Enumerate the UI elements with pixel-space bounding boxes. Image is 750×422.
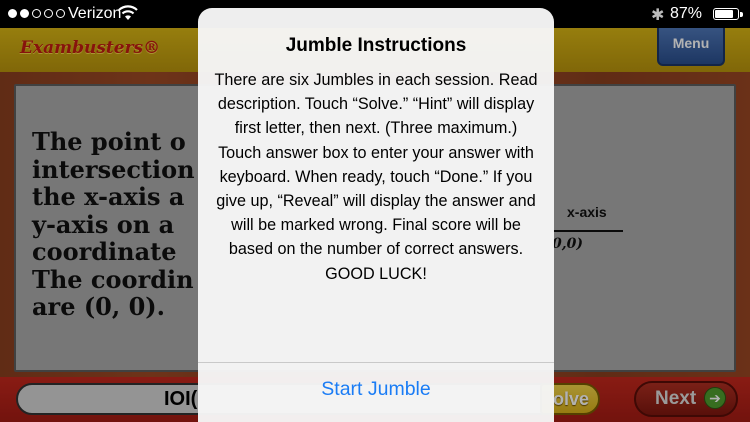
signal-dot (20, 9, 29, 18)
signal-dot (32, 9, 41, 18)
signal-dot (44, 9, 53, 18)
wifi-icon (118, 5, 138, 20)
dialog-title: Jumble Instructions (285, 35, 467, 56)
dialog-message: There are six Jumbles in each session. R… (214, 71, 538, 283)
start-jumble-button[interactable]: Start Jumble (198, 378, 554, 401)
bluetooth-icon: ✱ (651, 7, 665, 24)
carrier-name: Verizon (68, 5, 122, 22)
battery-nub (740, 11, 743, 17)
signal-dot (56, 9, 65, 18)
battery-level (715, 10, 733, 18)
dialog-divider (198, 362, 554, 363)
battery-percent: 87% (670, 5, 703, 22)
jumble-instructions-dialog: Jumble Instructions There are six Jumble… (198, 8, 554, 422)
signal-strength-icon (8, 9, 65, 18)
signal-dot (8, 9, 17, 18)
battery-icon (713, 8, 743, 20)
